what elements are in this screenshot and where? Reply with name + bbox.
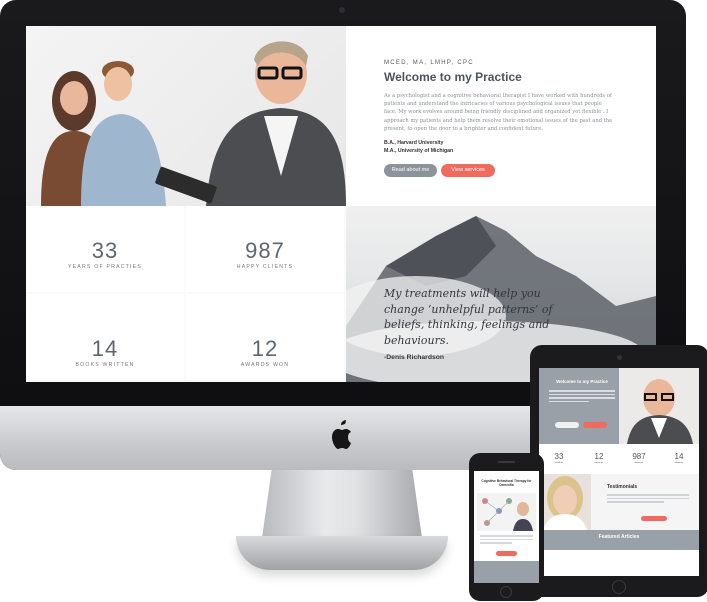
read-about-me-button[interactable]: Read about me — [384, 163, 437, 177]
tablet-articles — [539, 550, 699, 576]
tablet-stat: 12 ▬▬▬ — [594, 452, 604, 464]
stat-books: 14 BOOKS WRITTEN — [26, 294, 184, 380]
phone-device: Cognitive Behavioral Therapy for Dementi… — [469, 453, 544, 601]
hero-info-panel: MCED, MA, LMHP, CPC Welcome to my Practi… — [346, 26, 656, 206]
tablet-stat: 14 ▬▬▬ — [674, 452, 684, 464]
tablet-home-button[interactable] — [612, 580, 626, 594]
tablet-stat: 33 ▬▬▬ — [554, 452, 564, 464]
tablet-hero-title: Welcome to my Practice — [556, 379, 608, 384]
stat-awards-value: 12 — [251, 336, 279, 361]
stat-clients: 987 HAPPY CLIENTS — [186, 206, 344, 292]
hero-title: Welcome to my Practice — [384, 70, 522, 84]
imac-base — [236, 536, 448, 570]
featured-articles-title: Featured Articles — [598, 534, 640, 540]
degree-harvard: B.A., Harvard University — [384, 140, 444, 147]
tablet-screen: Welcome to my Practice 33 ▬▬▬ 12 ▬▬▬ 987… — [539, 368, 699, 576]
hero-buttons: Read about me View services — [384, 163, 656, 177]
quote-text: My treatments will help you change ‘unhe… — [384, 287, 553, 347]
tablet-services-button[interactable] — [583, 422, 607, 428]
phone-footer-bar — [474, 561, 539, 583]
tablet-stats: 33 ▬▬▬ 12 ▬▬▬ 987 ▬▬▬ 14 ▬▬▬ — [539, 444, 699, 474]
stat-years-label: YEARS OF PRACTIES — [67, 264, 142, 270]
phone-article-text — [480, 535, 533, 546]
stat-clients-label: HAPPY CLIENTS — [236, 264, 294, 270]
stat-awards: 12 AWARDS WON — [186, 294, 344, 380]
camera-dot — [339, 7, 345, 13]
phone-speaker — [498, 461, 515, 463]
view-services-button[interactable]: View services — [441, 163, 495, 177]
testimonials-title: Testimonials — [607, 484, 638, 490]
quote-author: -Denis Richardson — [384, 354, 445, 361]
stat-years: 33 YEARS OF PRACTIES — [26, 206, 184, 292]
tablet-camera — [617, 355, 622, 360]
hero-description: As a psychologist and a cognitive behavi… — [384, 93, 613, 132]
stat-books-value: 14 — [91, 336, 119, 361]
phone-read-more-button[interactable] — [496, 551, 517, 556]
phone-article-title: Cognitive Behavioral Therapy for Dementi… — [481, 479, 532, 487]
phone-article-image — [477, 493, 536, 531]
testimonial-text — [607, 494, 689, 505]
phone-screen: Cognitive Behavioral Therapy for Dementi… — [474, 471, 539, 583]
degree-michigan: M.A., University of Michigan — [384, 147, 454, 154]
testimonial-button[interactable] — [641, 516, 667, 521]
tablet-hero-text — [549, 390, 615, 404]
apple-logo-icon — [332, 420, 351, 449]
stat-years-value: 33 — [91, 238, 119, 263]
stat-awards-label: AWARDS WON — [240, 362, 290, 368]
tablet-device: Welcome to my Practice 33 ▬▬▬ 12 ▬▬▬ 987… — [530, 345, 707, 597]
tablet-featured-bar: Featured Articles — [539, 530, 699, 550]
phone-home-button[interactable] — [500, 586, 512, 598]
testimonial-photo — [539, 474, 591, 530]
credentials-label: MCED, MA, LMHP, CPC — [384, 60, 474, 66]
stats-grid: 33 YEARS OF PRACTIES 987 HAPPY CLIENTS 1… — [26, 206, 346, 382]
tablet-stat: 987 ▬▬▬ — [632, 452, 646, 464]
imac-stand — [262, 470, 422, 538]
tablet-read-button[interactable] — [555, 422, 579, 428]
stat-books-label: BOOKS WRITTEN — [75, 362, 135, 368]
device-mockup: MCED, MA, LMHP, CPC Welcome to my Practi… — [0, 0, 707, 602]
tablet-hero-photo — [619, 368, 699, 444]
desktop-screen: MCED, MA, LMHP, CPC Welcome to my Practi… — [26, 26, 656, 382]
tablet-testimonials: Testimonials — [539, 474, 699, 530]
stat-clients-value: 987 — [245, 238, 285, 263]
hero-photo — [26, 26, 346, 206]
